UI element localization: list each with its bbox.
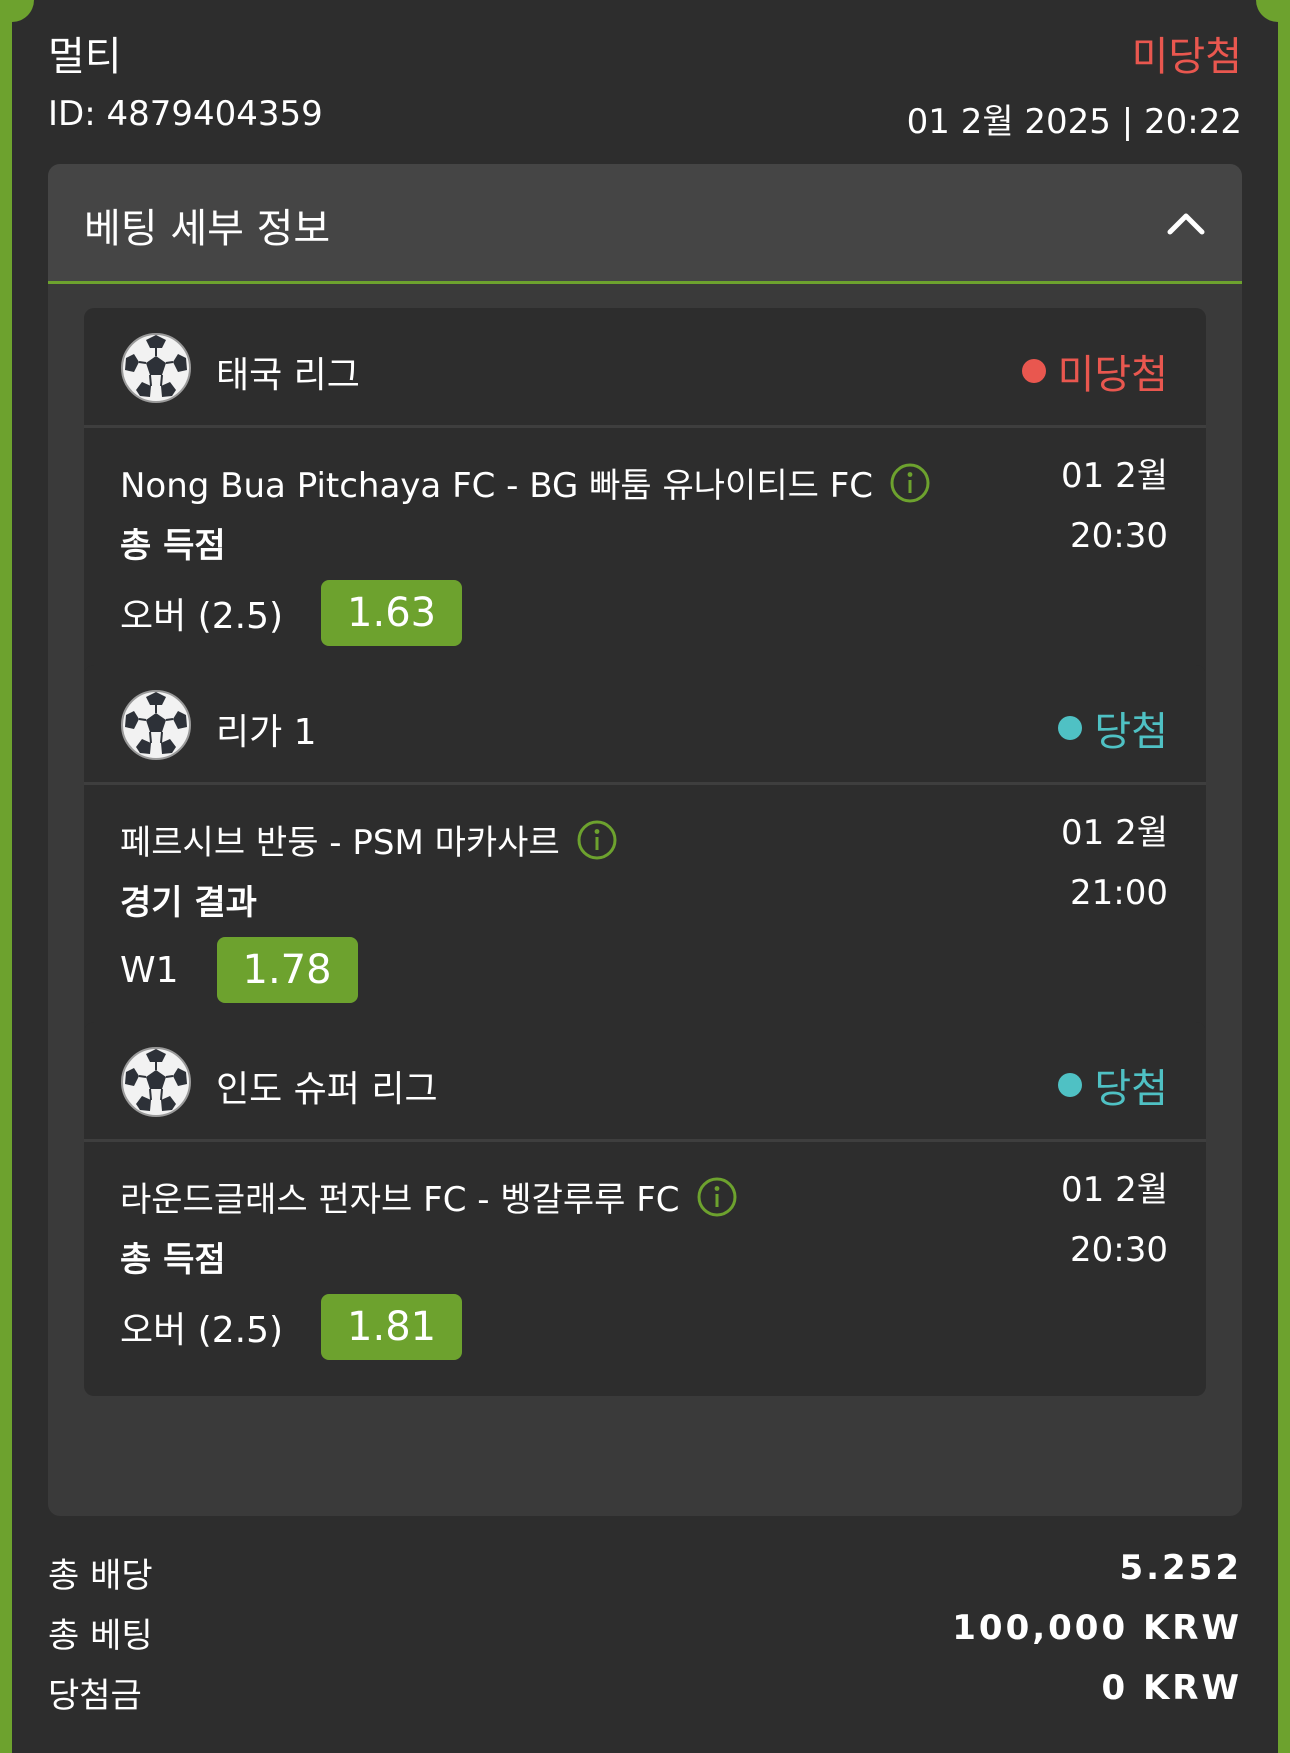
bet-details-header[interactable]: 베팅 세부 정보 (48, 164, 1242, 284)
bet-datetime: 01 2월 2025 | 20:22 (906, 102, 1242, 142)
payout-label: 당첨금 (48, 1676, 142, 1716)
market-name: 총 득점 (120, 526, 226, 566)
market-name: 총 득점 (120, 1240, 226, 1280)
soccer-ball-icon (121, 690, 191, 760)
match-date: 01 2월 (1061, 456, 1168, 496)
bet-details-title: 베팅 세부 정보 (84, 206, 331, 252)
selection-status: 당첨 (1058, 699, 1168, 757)
league-name: 태국 리그 (216, 355, 360, 396)
match-datetime: 01 2월 21:00 (1061, 803, 1168, 923)
selection-status-text: 당첨 (1094, 1066, 1168, 1112)
bet-id: ID: 4879404359 (48, 94, 323, 134)
bet-card: 멀티 미당첨 ID: 4879404359 01 2월 2025 | 20:22… (12, 0, 1278, 1753)
status-dot-icon (1021, 359, 1046, 383)
match-date: 01 2월 (1061, 813, 1168, 853)
odds-badge: 1.78 (216, 937, 358, 1003)
league-name: 인도 슈퍼 리그 (216, 1069, 438, 1110)
selection-name: 오버 (2.5) (120, 1310, 284, 1351)
selection-status: 미당첨 (1021, 342, 1168, 400)
total-odds-value: 5.252 (1119, 1548, 1242, 1588)
status-dot-icon (1058, 716, 1083, 740)
info-icon[interactable] (889, 462, 931, 504)
bet-selection: 태국 리그 미당첨 Nong Bua Pitchaya FC - BG 빠툼 유… (84, 308, 1206, 682)
odds-badge: 1.63 (321, 580, 463, 646)
soccer-ball-icon (121, 1047, 191, 1117)
selection-status-text: 당첨 (1094, 709, 1168, 755)
match-row: 페르시브 반둥 - PSM 마카사르 (120, 815, 618, 864)
status-dot-icon (1058, 1073, 1083, 1097)
payout-value: 0 KRW (1101, 1668, 1242, 1708)
soccer-ball-icon (121, 333, 191, 403)
odds-badge: 1.81 (321, 1294, 463, 1360)
match-datetime: 01 2월 20:30 (1061, 1160, 1168, 1280)
match-date: 01 2월 (1061, 1170, 1168, 1210)
match-row: 라운드글래스 펀자브 FC - 벵갈루루 FC (120, 1172, 738, 1221)
market-name: 경기 결과 (120, 883, 257, 923)
selection-name: 오버 (2.5) (120, 596, 284, 637)
selection-status: 당첨 (1058, 1056, 1168, 1114)
bet-selection-header: 인도 슈퍼 리그 당첨 (84, 1022, 1206, 1142)
match-name: 페르시브 반둥 - PSM 마카사르 (120, 823, 560, 863)
match-row: Nong Bua Pitchaya FC - BG 빠툼 유나이티드 FC (120, 458, 931, 507)
bet-selection: 인도 슈퍼 리그 당첨 라운드글래스 펀자브 FC - 벵갈루루 FC 총 득점… (84, 1022, 1206, 1396)
total-stake-label: 총 베팅 (48, 1616, 153, 1656)
info-icon[interactable] (576, 819, 618, 861)
bet-status: 미당첨 (1131, 34, 1242, 80)
selection-row: 오버 (2.5) 1.63 (120, 580, 463, 646)
match-time: 20:30 (1070, 1230, 1168, 1270)
selection-status-text: 미당첨 (1057, 352, 1168, 398)
bet-selection-header: 태국 리그 미당첨 (84, 308, 1206, 428)
bet-type: 멀티 (48, 34, 122, 80)
total-stake-value: 100,000 KRW (952, 1608, 1242, 1648)
match-time: 21:00 (1070, 873, 1168, 913)
chevron-up-icon[interactable] (1166, 208, 1206, 236)
selection-row: 오버 (2.5) 1.81 (120, 1294, 463, 1360)
total-odds-label: 총 배당 (48, 1556, 153, 1596)
bet-selection: 리가 1 당첨 페르시브 반둥 - PSM 마카사르 경기 결과 01 2월 2… (84, 665, 1206, 1039)
league-name: 리가 1 (216, 712, 317, 753)
bet-selection-header: 리가 1 당첨 (84, 665, 1206, 785)
match-datetime: 01 2월 20:30 (1061, 446, 1168, 566)
bet-details-panel: 베팅 세부 정보 태국 리그 미당첨 Nong Bua Pitchaya FC … (48, 164, 1242, 1516)
selection-row: W1 1.78 (120, 937, 358, 1003)
selection-name: W1 (120, 949, 179, 991)
match-name: 라운드글래스 펀자브 FC - 벵갈루루 FC (120, 1180, 680, 1220)
match-name: Nong Bua Pitchaya FC - BG 빠툼 유나이티드 FC (120, 466, 873, 506)
match-time: 20:30 (1070, 516, 1168, 556)
info-icon[interactable] (696, 1176, 738, 1218)
